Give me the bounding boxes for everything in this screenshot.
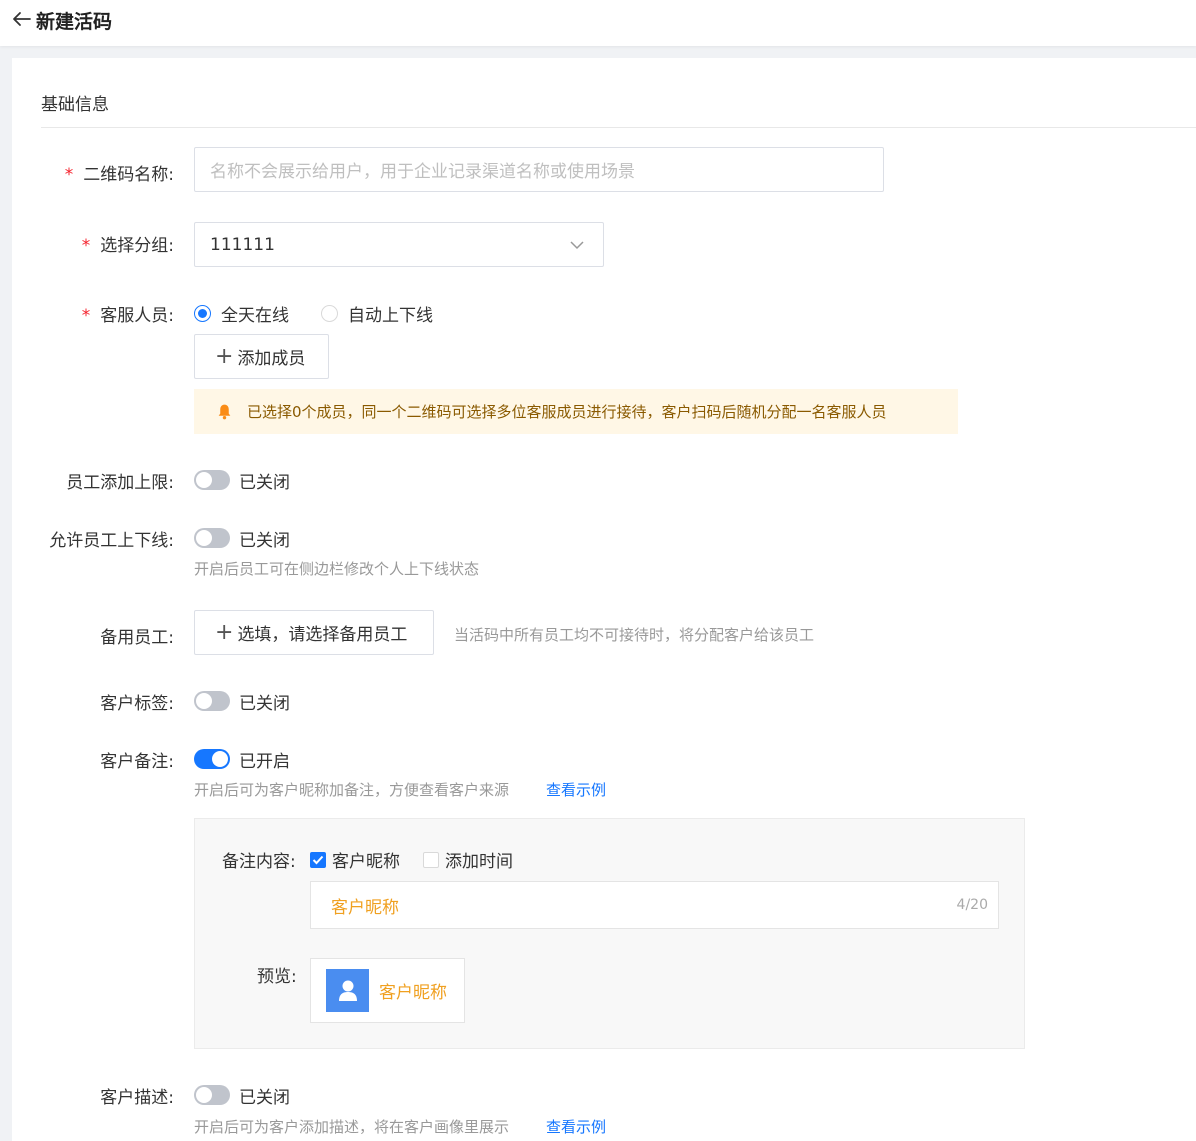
staff-online-label: 允许员工上下线: [49,531,174,551]
radio-all-day-online[interactable]: 全天在线 [194,301,289,326]
top-bar: 新建活码 [0,0,1196,46]
group-select[interactable]: 111111 [194,222,604,267]
required-mark: * [81,236,91,256]
preview-card: 客户昵称 [310,958,465,1023]
preview-label: 预览: [257,967,297,987]
qr-name-input[interactable]: 名称不会展示给用户，用于企业记录渠道名称或使用场景 [194,147,884,192]
avatar [326,969,369,1012]
group-label: * 选择分组: [81,236,174,256]
staff-online-status: 已关闭 [239,531,290,551]
required-mark: * [81,306,91,326]
customer-remark-hint: 开启后可为客户昵称加备注，方便查看客户来源 [194,781,510,799]
staff-limit-switch[interactable] [194,470,230,490]
staff-limit-status: 已关闭 [239,473,290,493]
add-member-button[interactable]: + 添加成员 [194,334,329,379]
customer-desc-label: 客户描述: [100,1088,174,1108]
backup-staff-button[interactable]: + 选填，请选择备用员工 [194,610,434,655]
plus-icon: + [215,343,234,369]
chevron-down-icon [570,241,584,250]
group-select-value: 111111 [210,234,275,255]
customer-tags-label: 客户标签: [100,694,174,714]
remark-input-value: 客户昵称 [331,897,399,918]
staff-online-switch[interactable] [194,528,230,548]
customer-tags-switch[interactable] [194,691,230,711]
preview-name: 客户昵称 [379,983,447,1003]
customer-desc-status: 已关闭 [239,1088,290,1108]
backup-staff-label: 备用员工: [100,628,174,648]
checkbox-add-time[interactable]: 添加时间 [423,847,513,872]
section-divider [41,127,1196,128]
customer-desc-switch[interactable] [194,1085,230,1105]
radio-auto-online[interactable]: 自动上下线 [321,301,433,326]
qr-name-placeholder: 名称不会展示给用户，用于企业记录渠道名称或使用场景 [210,162,635,182]
radio-dot-checked [194,305,211,322]
backup-staff-hint: 当活码中所有员工均不可接待时，将分配客户给该员工 [454,626,815,644]
customer-remark-switch[interactable] [194,749,230,769]
qr-name-label: * 二维码名称: [64,165,174,185]
section-title: 基础信息 [41,95,109,115]
member-notice: 已选择0个成员，同一个二维码可选择多位客服成员进行接待，客户扫码后随机分配一名客… [194,389,958,434]
desc-example-link[interactable]: 查看示例 [546,1116,606,1137]
arrow-left-icon[interactable] [10,8,32,30]
remark-content-input[interactable]: 客户昵称 4/20 [310,881,999,929]
service-staff-label: * 客服人员: [81,306,174,326]
remark-content-label: 备注内容: [222,852,296,872]
plus-icon: + [215,619,234,645]
checkbox-unchecked-icon [423,851,439,868]
char-counter: 4/20 [956,897,988,913]
user-icon [338,980,357,1001]
checkbox-checked-icon [310,851,326,868]
staff-online-hint: 开启后员工可在侧边栏修改个人上下线状态 [194,560,480,578]
checkbox-nickname[interactable]: 客户昵称 [310,847,400,872]
required-mark: * [64,165,74,185]
staff-limit-label: 员工添加上限: [66,473,174,493]
bell-icon [218,404,231,420]
customer-desc-hint: 开启后可为客户添加描述，将在客户画像里展示 [194,1118,510,1136]
remark-example-link[interactable]: 查看示例 [546,779,606,800]
customer-remark-label: 客户备注: [100,752,174,772]
customer-remark-status: 已开启 [239,752,290,772]
radio-dot-unchecked [321,305,338,322]
page-title: 新建活码 [36,11,113,33]
customer-tags-status: 已关闭 [239,694,290,714]
